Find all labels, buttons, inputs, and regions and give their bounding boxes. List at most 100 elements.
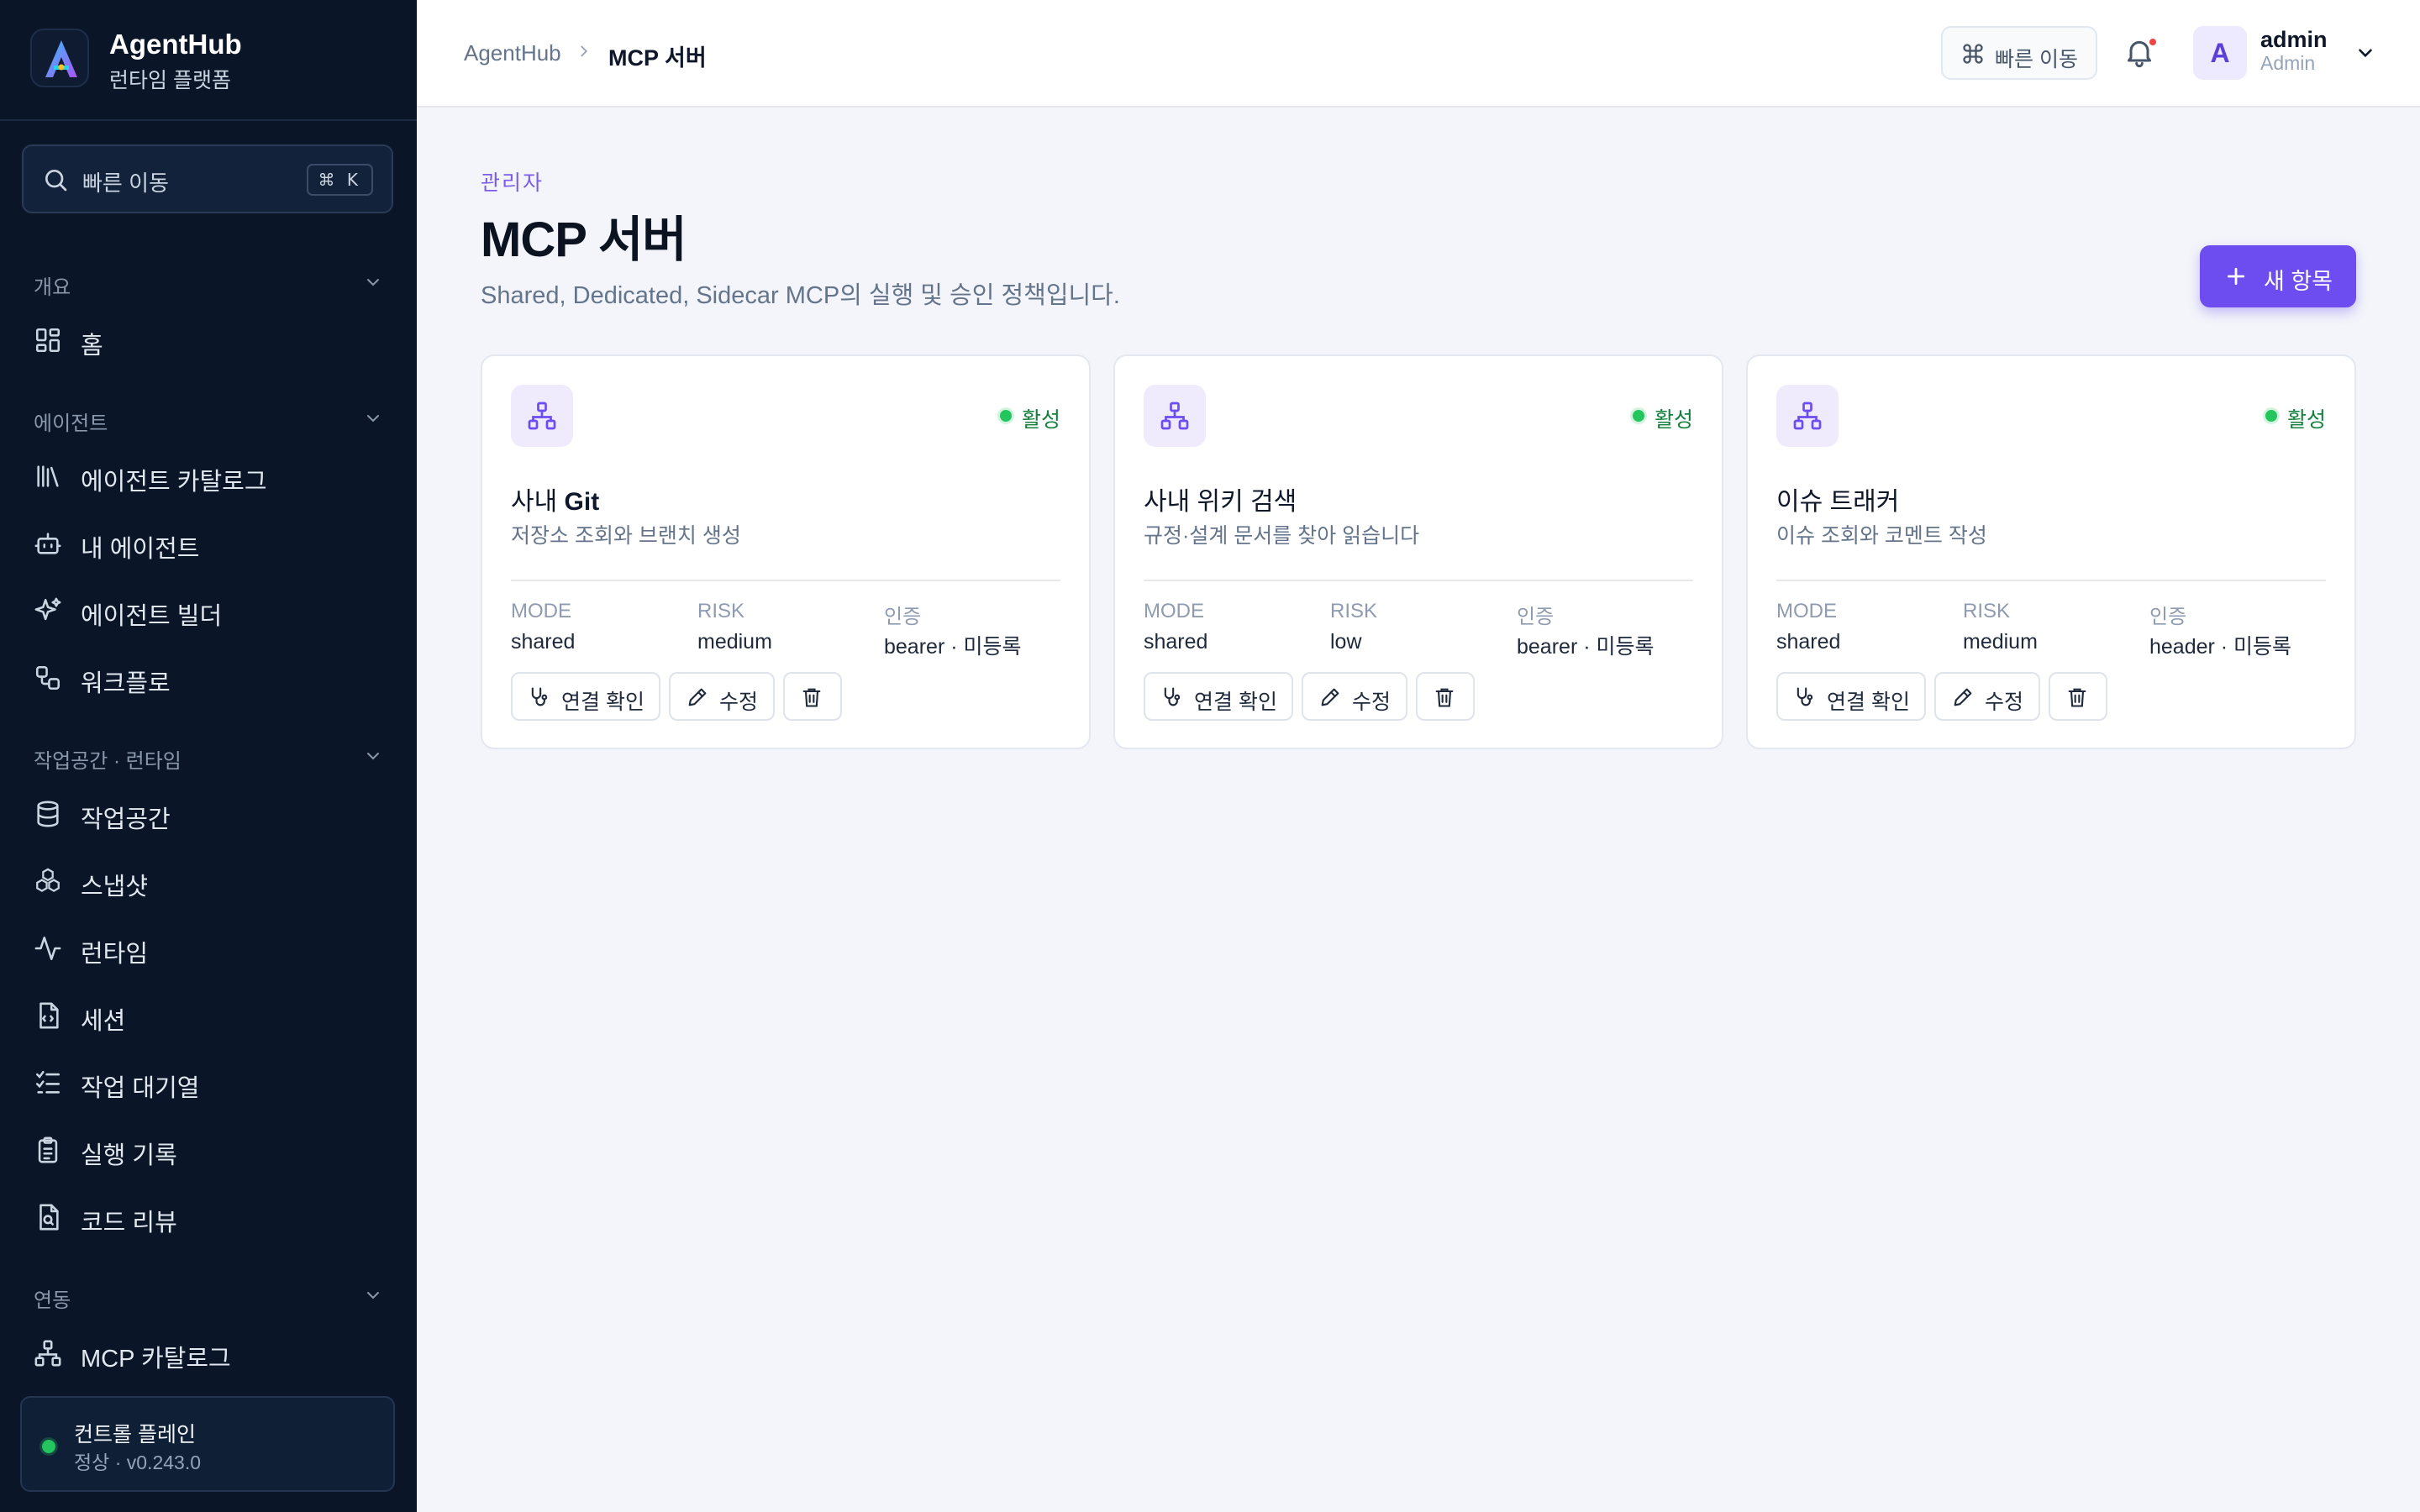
sidebar-item-mcp-catalog[interactable]: MCP 카탈로그 [34, 1334, 387, 1374]
card-description: 저장소 조회와 브랜치 생성 [511, 524, 741, 548]
meta-value-mode: shared [1776, 630, 1841, 654]
trash-icon [2065, 685, 2089, 713]
delete-button[interactable] [1416, 672, 1475, 721]
meta-label-auth: 인증 [2149, 606, 2187, 628]
sidebar-item-workflow[interactable]: 워크플로 [34, 659, 387, 699]
chevron-down-icon [363, 272, 383, 297]
meta-value-risk: medium [697, 630, 772, 654]
sidebar-item-agent-builder[interactable]: 에이전트 빌더 [34, 591, 387, 632]
sidebar-item-code-review[interactable]: 코드 리뷰 [34, 1198, 387, 1238]
delete-button[interactable] [2049, 672, 2107, 721]
status-dot [1633, 410, 1644, 422]
new-item-button[interactable]: 새 항목 [2200, 245, 2356, 307]
plus-icon [2225, 265, 2247, 291]
check-connection-button[interactable]: 연결 확인 [511, 672, 660, 721]
quick-jump-label: 빠른 이동 [1995, 48, 2078, 71]
sidebar-item-label: 에이전트 빌더 [81, 603, 223, 630]
brand-subtitle: 런타임 플랫폼 [109, 69, 231, 92]
list-checks-icon [34, 1068, 62, 1097]
stethoscope-icon [1160, 685, 1184, 713]
stethoscope-icon [528, 685, 551, 713]
status-dot [1000, 410, 1012, 422]
topbar: AgentHub MCP 서버 빠른 이동 A admin Admin [417, 0, 2420, 108]
sidebar-item-run-history[interactable]: 실행 기록 [34, 1131, 387, 1171]
avatar[interactable]: A [2193, 26, 2247, 80]
quick-search-label: 빠른 이동 [82, 171, 169, 196]
check-connection-button[interactable]: 연결 확인 [1144, 672, 1293, 721]
sidebar-item-home[interactable]: 홈 [34, 321, 387, 361]
meta-label-auth: 인증 [884, 606, 922, 628]
divider [511, 580, 1060, 581]
sidebar-item-label: 워크플로 [81, 670, 171, 697]
section-label: 연동 [34, 1289, 71, 1312]
delete-button[interactable] [783, 672, 842, 721]
status-badge: 활성 [1000, 403, 1060, 432]
grid-icon [34, 326, 62, 354]
sidebar-item-label: 코드 리뷰 [81, 1210, 177, 1236]
page-title: MCP 서버 [481, 213, 687, 267]
sparkles-icon [34, 596, 62, 625]
meta-value-risk: medium [1963, 630, 2038, 654]
user-name[interactable]: admin [2260, 27, 2328, 53]
control-plane-status[interactable]: 컨트롤 플레인 정상 · v0.243.0 [20, 1396, 395, 1492]
card-title-prefix: 사내 위키 검색 [1144, 488, 1297, 516]
section-workspace-runtime[interactable]: 작업공간 · 런타임 [34, 739, 383, 773]
section-agents[interactable]: 에이전트 [34, 402, 383, 435]
shortcut-badge: ⌘ K [306, 164, 373, 196]
quick-jump-button[interactable]: 빠른 이동 [1941, 26, 2097, 80]
sidebar-item-label: MCP 카탈로그 [81, 1346, 231, 1373]
sidebar-item-job-queue[interactable]: 작업 대기열 [34, 1063, 387, 1104]
trash-icon [800, 685, 823, 713]
meta-label-risk: RISK [1330, 600, 1378, 622]
workflow-icon [34, 664, 62, 692]
edit-button[interactable]: 수정 [1302, 672, 1407, 721]
card-title: 사내 위키 검색 [1144, 480, 1297, 517]
search-icon [42, 166, 69, 197]
brand-logo-icon [30, 29, 89, 87]
section-integrations[interactable]: 연동 [34, 1278, 383, 1312]
edit-label: 수정 [719, 690, 759, 714]
network-icon [1144, 385, 1206, 447]
mcp-server-card: 활성 사내 위키 검색 규정·설계 문서를 찾아 읽습니다 MODE share… [1113, 354, 1723, 749]
sidebar-item-label: 실행 기록 [81, 1142, 177, 1169]
pencil-icon [1318, 685, 1342, 713]
chevron-down-icon [363, 1285, 383, 1310]
sidebar-item-my-agents[interactable]: 내 에이전트 [34, 524, 387, 564]
edit-button[interactable]: 수정 [1934, 672, 2040, 721]
edit-button[interactable]: 수정 [669, 672, 775, 721]
database-icon [34, 800, 62, 828]
chevron-down-icon[interactable] [2354, 42, 2376, 68]
bot-icon [34, 529, 62, 558]
trash-icon [1433, 685, 1456, 713]
status-dot [42, 1440, 55, 1453]
new-item-label: 새 항목 [2264, 269, 2333, 294]
control-plane-version: 정상 · v0.243.0 [74, 1452, 201, 1473]
card-title-prefix: 이슈 트래커 [1776, 488, 1900, 516]
meta-label-mode: MODE [1144, 600, 1204, 622]
stethoscope-icon [1793, 685, 1817, 713]
sidebar-item-agent-catalog[interactable]: 에이전트 카탈로그 [34, 457, 387, 497]
status-badge: 활성 [1633, 403, 1693, 432]
status-dot [2265, 410, 2277, 422]
check-connection-label: 연결 확인 [1827, 690, 1910, 714]
sidebar-item-runtime[interactable]: 런타임 [34, 929, 387, 969]
mcp-server-card: 활성 사내 Git 저장소 조회와 브랜치 생성 MODE shared RIS… [481, 354, 1091, 749]
section-overview[interactable]: 개요 [34, 265, 383, 299]
sidebar-item-workspace[interactable]: 작업공간 [34, 795, 387, 835]
card-title-bold: Git [564, 488, 600, 516]
sidebar-item-label: 내 에이전트 [81, 536, 200, 563]
sidebar-item-session[interactable]: 세션 [34, 996, 387, 1037]
sidebar-item-label: 작업 대기열 [81, 1075, 200, 1102]
pencil-icon [686, 685, 709, 713]
user-role: Admin [2260, 52, 2316, 74]
boxes-icon [34, 867, 62, 895]
divider [0, 119, 417, 121]
check-connection-button[interactable]: 연결 확인 [1776, 672, 1926, 721]
status-label: 활성 [1655, 408, 1694, 432]
sidebar-quick-search[interactable]: 빠른 이동 ⌘ K [22, 144, 393, 213]
sidebar-item-snapshot[interactable]: 스냅샷 [34, 862, 387, 902]
brand[interactable]: AgentHub 런타임 플랫폼 [30, 29, 400, 92]
breadcrumb-root[interactable]: AgentHub [464, 40, 561, 66]
card-title-prefix: 사내 [511, 488, 565, 516]
meta-value-risk: low [1330, 630, 1362, 654]
